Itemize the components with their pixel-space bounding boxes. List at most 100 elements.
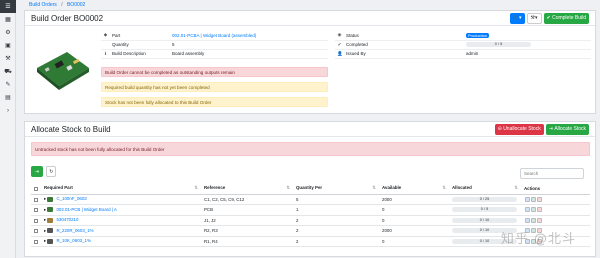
row-issued-by: 👤 Issued By admin bbox=[335, 49, 591, 59]
row-checkbox[interactable] bbox=[34, 239, 38, 244]
allocate-icon[interactable] bbox=[537, 207, 542, 213]
cell-reference: J1, J2 bbox=[201, 215, 293, 226]
build-header: Build Order BO0002 👤▾ ⚒▾ ✔ Complete Buil… bbox=[25, 11, 595, 26]
row-checkbox[interactable] bbox=[34, 197, 38, 202]
cell-available: 2000 bbox=[379, 194, 449, 205]
refresh-icon: ↻ bbox=[49, 168, 54, 175]
page-title: Build Order BO0002 bbox=[31, 13, 104, 23]
expand-icon[interactable]: › bbox=[0, 104, 16, 117]
allocated-progress-text: 0 / 10 bbox=[479, 217, 490, 222]
refresh-button[interactable]: ↻ bbox=[46, 166, 57, 177]
row-checkbox[interactable] bbox=[34, 208, 38, 213]
tools-icon: ⚒▾ bbox=[530, 15, 538, 21]
alert-quantity-incomplete: Required build quantity has not yet been… bbox=[101, 82, 328, 92]
parts-icon[interactable]: ⚙ bbox=[0, 26, 16, 39]
breadcrumb-current[interactable]: BO0002 bbox=[67, 2, 85, 8]
build-details-right: ◉ Status Production ✔ Completed 0 / 5 👤 … bbox=[335, 31, 591, 59]
allocate-label: Allocate Stock bbox=[554, 126, 586, 132]
allocate-icon[interactable] bbox=[537, 196, 542, 202]
sidebar: ☰ ▦ ⚙ ▣ ⚒ ⛟ ✎ ▤ › bbox=[0, 0, 16, 258]
cell-reference: C1, C2, C5, C9, C12 bbox=[201, 194, 293, 205]
col-required-part[interactable]: Required Part ⇅ bbox=[41, 183, 201, 195]
col-allocated[interactable]: Allocated ⇅ bbox=[449, 183, 521, 195]
user-icon: 👤 bbox=[337, 50, 343, 56]
col-available[interactable]: Available ⇅ bbox=[379, 183, 449, 195]
row-quantity: Quantity 5 bbox=[101, 40, 328, 50]
part-link[interactable]: 002.01-PCB | Widget Board | A bbox=[56, 207, 116, 212]
part-thumbnail bbox=[47, 238, 54, 244]
complete-build-label: Complete Build bbox=[552, 15, 586, 21]
check-circle-icon: ✔ bbox=[337, 41, 342, 47]
allocated-progress: 0 / 10 bbox=[452, 217, 517, 223]
menu-icon[interactable]: ☰ bbox=[0, 0, 16, 13]
col-required-part-label: Required Part bbox=[44, 185, 73, 191]
purchase-icon[interactable]: ⛟ bbox=[0, 65, 16, 78]
table-row: ▸ 002.01-PCB | Widget Board | A PCB 1 0 … bbox=[31, 204, 590, 216]
unallocate-label: Unallocate Stock bbox=[503, 126, 541, 132]
cell-reference: PCB bbox=[201, 204, 293, 216]
pcb-image bbox=[37, 52, 89, 90]
buy-icon[interactable] bbox=[525, 207, 530, 213]
label-description: Build Description bbox=[110, 49, 170, 59]
user-button[interactable]: 👤▾ bbox=[509, 12, 525, 24]
buy-icon[interactable] bbox=[525, 196, 530, 202]
value-description: Board assembly bbox=[170, 49, 328, 59]
dashboard-icon[interactable]: ▦ bbox=[0, 13, 16, 26]
complete-build-button[interactable]: ✔ Complete Build bbox=[543, 12, 589, 24]
label-status: Status bbox=[344, 31, 464, 41]
search-input[interactable]: Search bbox=[520, 168, 584, 179]
breadcrumb-build-orders[interactable]: Build Orders bbox=[29, 2, 57, 8]
unallocate-stock-button[interactable]: ⊖ Unallocate Stock bbox=[494, 123, 544, 135]
col-reference[interactable]: Reference ⇅ bbox=[201, 183, 293, 195]
build-icon[interactable]: ⚒ bbox=[0, 52, 16, 65]
table-row: ▸ 530470210 J1, J2 2 0 0 / 10 bbox=[31, 215, 590, 226]
allocated-progress: 0 / 5 bbox=[452, 207, 517, 213]
row-checkbox[interactable] bbox=[34, 229, 38, 234]
main-content: Build Orders / BO0002 Build Order BO0002… bbox=[19, 0, 598, 257]
allocate-title: Allocate Stock to Build bbox=[31, 124, 111, 134]
allocated-progress-text: 0 / 25 bbox=[479, 196, 490, 201]
status-icon: ◉ bbox=[337, 32, 342, 38]
part-link[interactable]: 002.01-PCBA | Widget Board (assembled) bbox=[172, 33, 256, 38]
auto-allocate-button[interactable]: ⇥ bbox=[31, 166, 43, 177]
sign-in-icon: ⇥ bbox=[34, 168, 40, 175]
watermark: 知乎 @北斗 bbox=[500, 232, 576, 247]
part-thumbnail bbox=[47, 228, 54, 234]
col-reference-label: Reference bbox=[204, 185, 226, 191]
part-link[interactable]: C_100nF_0603 bbox=[56, 196, 86, 201]
stock-icon[interactable]: ▣ bbox=[0, 39, 16, 52]
alert-not-allocated: Stock has not been fully allocated to th… bbox=[101, 97, 328, 107]
row-description: ℹ Build Description Board assembly bbox=[101, 49, 328, 59]
allocated-progress-text: 0 / 5 bbox=[480, 207, 489, 212]
select-all-checkbox[interactable] bbox=[34, 186, 38, 191]
settings-icon[interactable]: ▤ bbox=[0, 91, 16, 104]
allocate-icon[interactable] bbox=[537, 217, 542, 223]
part-link[interactable]: R_10K_0603_1% bbox=[56, 238, 90, 243]
buy-icon[interactable] bbox=[525, 217, 530, 223]
part-link[interactable]: R_220R_0603_1% bbox=[56, 228, 93, 233]
row-status: ◉ Status Production bbox=[335, 31, 591, 41]
table-header-row: Required Part ⇅ Reference ⇅ Quantity Per ⇅ … bbox=[31, 183, 590, 195]
part-thumbnail bbox=[47, 196, 54, 202]
cell-quantity: 2 bbox=[293, 215, 379, 226]
value-quantity: 5 bbox=[170, 40, 328, 50]
shapes-icon: ◆ bbox=[103, 32, 108, 38]
row-completed: ✔ Completed 0 / 5 bbox=[335, 40, 591, 50]
label-completed: Completed bbox=[344, 40, 464, 50]
part-link[interactable]: 530470210 bbox=[56, 217, 78, 222]
build-icon[interactable] bbox=[531, 217, 536, 223]
build-icon[interactable] bbox=[531, 207, 536, 213]
build-icon[interactable] bbox=[531, 196, 536, 202]
part-thumbnail bbox=[47, 217, 54, 223]
row-checkbox[interactable] bbox=[34, 218, 38, 223]
label-issued-by: Issued By bbox=[344, 49, 464, 59]
allocated-progress: 0 / 25 bbox=[452, 196, 517, 202]
cell-quantity: 5 bbox=[293, 194, 379, 205]
allocate-stock-button[interactable]: ⇥ Allocate Stock bbox=[545, 123, 589, 135]
alert-outstanding-outputs: Build Order cannot be completed as outst… bbox=[101, 67, 328, 77]
actions-dropdown-button[interactable]: ⚒▾ bbox=[526, 12, 542, 24]
cell-quantity: 2 bbox=[293, 225, 379, 237]
sales-icon[interactable]: ✎ bbox=[0, 78, 16, 91]
breadcrumb: Build Orders / BO0002 bbox=[29, 2, 86, 8]
col-quantity-per[interactable]: Quantity Per ⇅ bbox=[293, 183, 379, 195]
